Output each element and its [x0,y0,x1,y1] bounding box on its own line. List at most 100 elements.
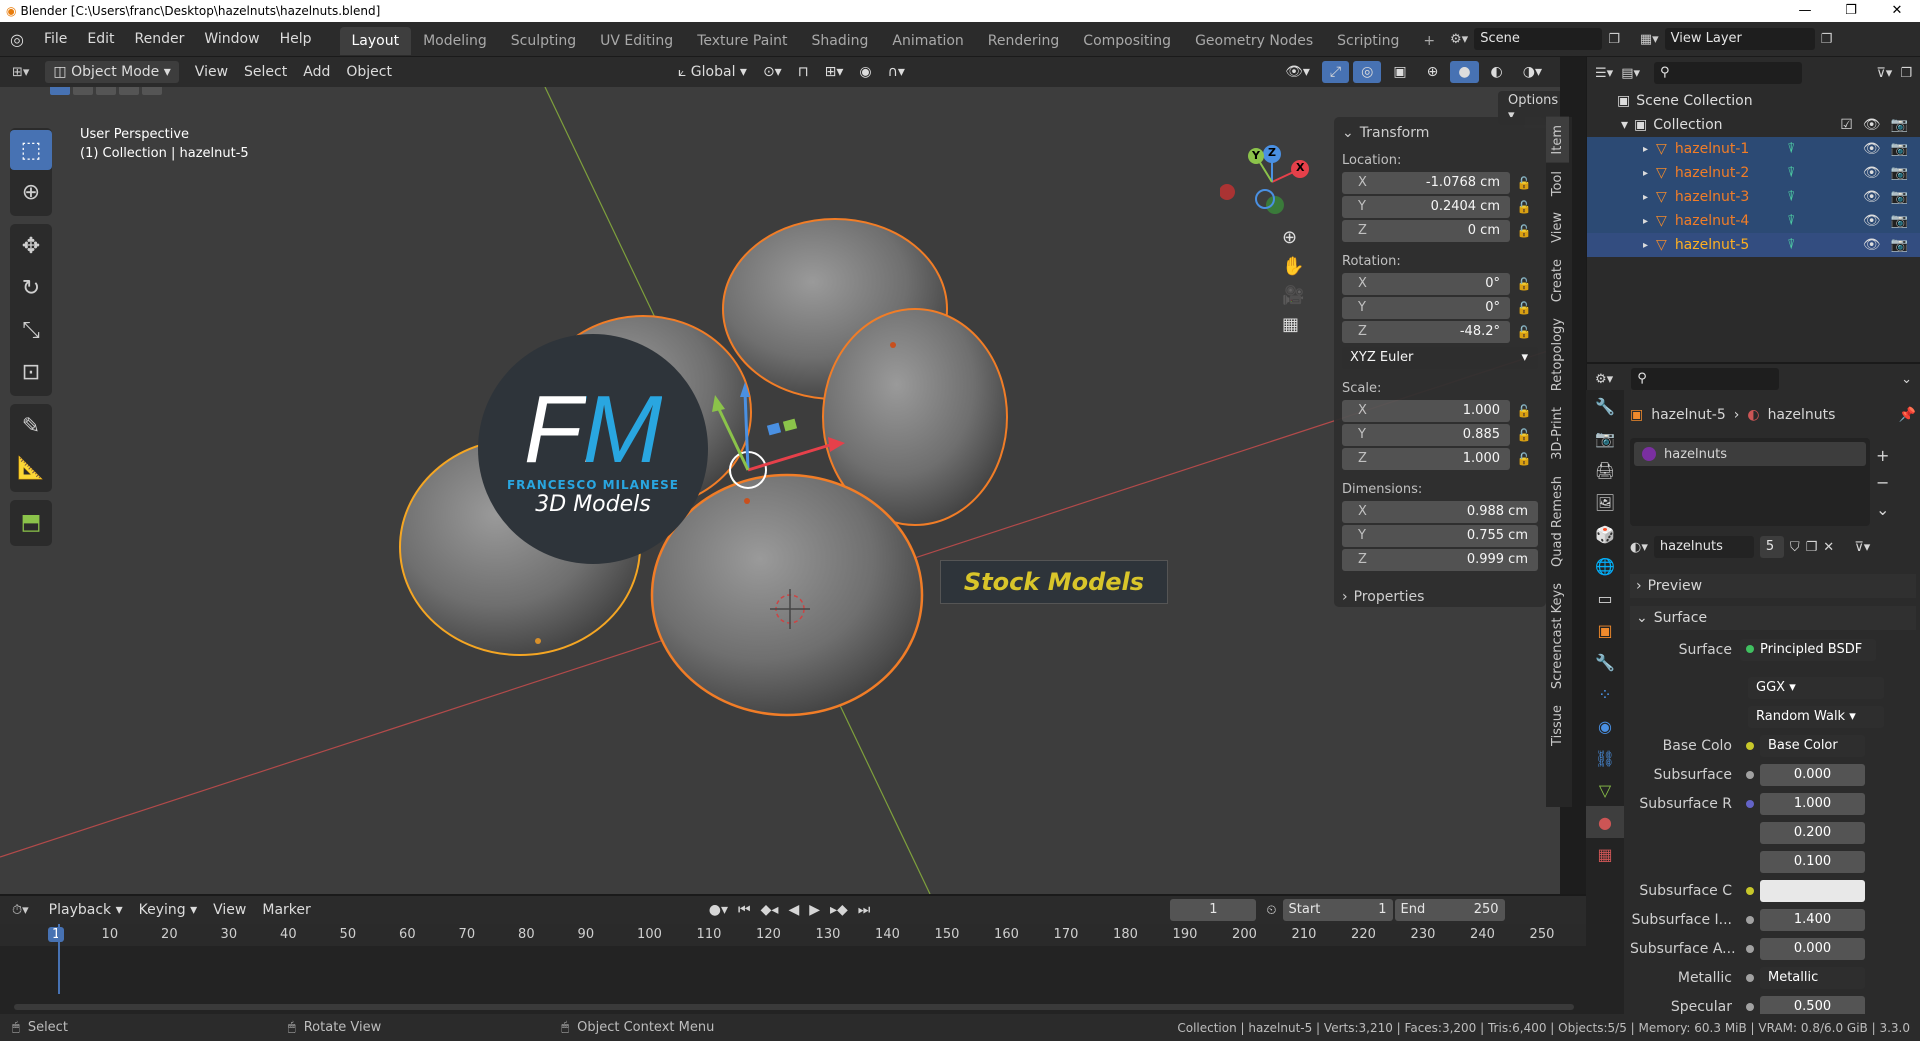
select-subtract-mode-icon[interactable] [96,87,116,95]
material-tab-icon[interactable]: ● [1586,806,1624,838]
render-camera-icon[interactable]: 📷 [1891,141,1908,157]
lock-icon[interactable]: 🔓 [1510,277,1538,291]
tab-compositing[interactable]: Compositing [1071,27,1183,55]
menu-timeline-view[interactable]: View [205,899,254,921]
dimensions-y-field[interactable]: Y 0.755 cm [1342,525,1538,547]
lock-icon[interactable]: 🔓 [1510,200,1538,214]
timeline-editor-icon[interactable]: ⏱▾ [0,903,41,918]
distribution-select[interactable]: GGX ▾ [1748,677,1884,699]
rotate-tool-icon[interactable]: ↻ [10,268,52,308]
select-box-tool-icon[interactable]: ⬚ [10,130,52,170]
properties-editor-icon[interactable]: ⚙▾ [1595,372,1613,387]
select-intersect-mode-icon[interactable] [142,87,162,95]
socket-icon[interactable] [1746,771,1754,779]
stopwatch-icon[interactable]: ⏲ [1266,903,1276,918]
mesh-data-icon[interactable]: ⍒ [1787,165,1795,181]
bsdf-input-value[interactable]: 0.200 [1760,822,1865,844]
tab-layout[interactable]: Layout [339,26,412,55]
menu-file[interactable]: File [34,22,77,57]
ortho-grid-icon[interactable]: ▦ [1282,314,1304,335]
new-collection-icon[interactable]: ❐ [1900,66,1912,81]
location-z-field[interactable]: Z 0 cm [1342,220,1510,242]
outliner-object-row[interactable]: ▸ ▽ hazelnut-4 ⍒ 👁 📷 [1587,209,1920,233]
scene-collection-row[interactable]: ▣ Scene Collection [1587,89,1920,113]
render-camera-icon[interactable]: 📷 [1891,117,1908,133]
wireframe-shading-icon[interactable]: ⊕ [1419,61,1447,83]
tab-rendering[interactable]: Rendering [976,27,1072,55]
bsdf-input-value[interactable]: 0.100 [1760,851,1865,873]
remove-slot-icon[interactable]: − [1876,473,1889,492]
display-mode-icon[interactable]: ▤▾ [1621,66,1640,81]
snap-icon[interactable]: ⊓ [790,61,817,83]
view-layer-selector[interactable]: View Layer [1664,28,1815,50]
expand-arrow-icon[interactable]: ▸ [1643,144,1648,155]
sidebar-tab-quad-remesh[interactable]: Quad Remesh [1546,468,1569,575]
mesh-data-icon[interactable]: ⍒ [1787,237,1795,253]
camera-view-icon[interactable]: 🎥 [1282,285,1304,306]
timeline[interactable]: 1 10 20 30 40 50 60 70 80 90 100 110 120 130 140 150 160… [0,924,1586,1014]
lock-icon[interactable]: 🔓 [1510,428,1538,442]
render-tab-icon[interactable]: 📷 [1586,422,1624,454]
sidebar-tab-screencast-keys[interactable]: Screencast Keys [1546,575,1569,697]
overlay-toggle-icon[interactable]: ◎ [1353,61,1382,83]
jump-end-icon[interactable]: ⏭ [858,902,871,918]
view-layer-icon[interactable]: ▦▾ [1640,32,1659,47]
mesh-data-icon[interactable]: ⍒ [1787,189,1795,205]
close-button[interactable]: ✕ [1874,0,1920,22]
menu-window[interactable]: Window [194,22,269,57]
scene-selector[interactable]: Scene [1474,28,1603,50]
rotation-mode-select[interactable]: XYZ Euler ▾ [1342,347,1538,369]
play-icon[interactable]: ▶ [809,902,820,918]
mode-selector[interactable]: ◫ Object Mode ▾ [45,61,179,83]
scene-tab-icon[interactable]: 🎲 [1586,518,1624,550]
outliner-object-row[interactable]: ▸ ▽ hazelnut-3 ⍒ 👁 📷 [1587,185,1920,209]
outliner-object-row[interactable]: ▸ ▽ hazelnut-2 ⍒ 👁 📷 [1587,161,1920,185]
socket-icon[interactable] [1746,1003,1754,1011]
particles-tab-icon[interactable]: ⁘ [1586,678,1624,710]
tab-scripting[interactable]: Scripting [1325,27,1411,55]
eye-icon[interactable]: 👁 [1863,189,1881,205]
scale-tool-icon[interactable]: ⤡ [10,310,52,350]
bsdf-input-value[interactable]: 1.400 [1760,909,1865,931]
browse-material-icon[interactable]: ◐▾ [1630,540,1648,555]
menu-select[interactable]: Select [236,61,295,83]
xray-icon[interactable]: ▣ [1385,61,1414,83]
navigation-gizmo[interactable]: X Z Y [1219,127,1320,227]
socket-icon[interactable] [1746,742,1754,750]
pivot-icon[interactable]: ⊙▾ [755,61,790,83]
sidebar-tab-tool[interactable]: Tool [1546,163,1569,204]
bsdf-input-value[interactable]: 0.000 [1760,764,1865,786]
menu-edit[interactable]: Edit [77,22,124,57]
menu-keying[interactable]: Keying ▾ [131,899,206,921]
outliner-editor-icon[interactable]: ☰▾ [1595,66,1613,81]
expand-arrow-icon[interactable]: ▸ [1643,168,1648,179]
tab-modeling[interactable]: Modeling [411,27,499,55]
orientation-selector[interactable]: ⟀ Global ▾ [670,61,755,83]
eye-icon[interactable]: 👁 [1863,165,1881,181]
lock-icon[interactable]: 🔓 [1510,452,1538,466]
gizmo-toggle-icon[interactable]: ⤢ [1321,61,1350,83]
render-camera-icon[interactable]: 📷 [1891,237,1908,253]
material-filter-icon[interactable]: ⊽▾ [1854,540,1870,555]
sidebar-tab-view[interactable]: View [1546,204,1569,251]
pan-hand-icon[interactable]: ✋ [1282,256,1304,277]
object-tab-icon[interactable]: ▣ [1586,614,1624,646]
add-workspace-button[interactable]: + [1411,27,1447,55]
location-x-field[interactable]: X -1.0768 cm [1342,172,1510,194]
pin-icon[interactable]: 📌 [1899,407,1916,423]
falloff-icon[interactable]: ∩▾ [880,61,913,83]
menu-render[interactable]: Render [125,22,195,57]
eye-icon[interactable]: 👁 [1863,141,1881,157]
tab-uv-editing[interactable]: UV Editing [588,27,685,55]
tool-tab-icon[interactable]: 🔧 [1586,390,1624,422]
rotation-z-field[interactable]: Z -48.2° [1342,321,1510,343]
snap-target-icon[interactable]: ⊞▾ [817,61,852,83]
editor-type-icon[interactable]: ⊞▾ [0,65,37,80]
scale-x-field[interactable]: X 1.000 [1342,400,1510,422]
tab-texture-paint[interactable]: Texture Paint [685,27,799,55]
select-extend-mode-icon[interactable] [73,87,93,95]
menu-view[interactable]: View [187,61,236,83]
collection-tab-icon[interactable]: ▭ [1586,582,1624,614]
sidebar-tab-item[interactable]: Item [1546,117,1569,163]
material-name-field[interactable]: hazelnuts [1653,536,1754,558]
